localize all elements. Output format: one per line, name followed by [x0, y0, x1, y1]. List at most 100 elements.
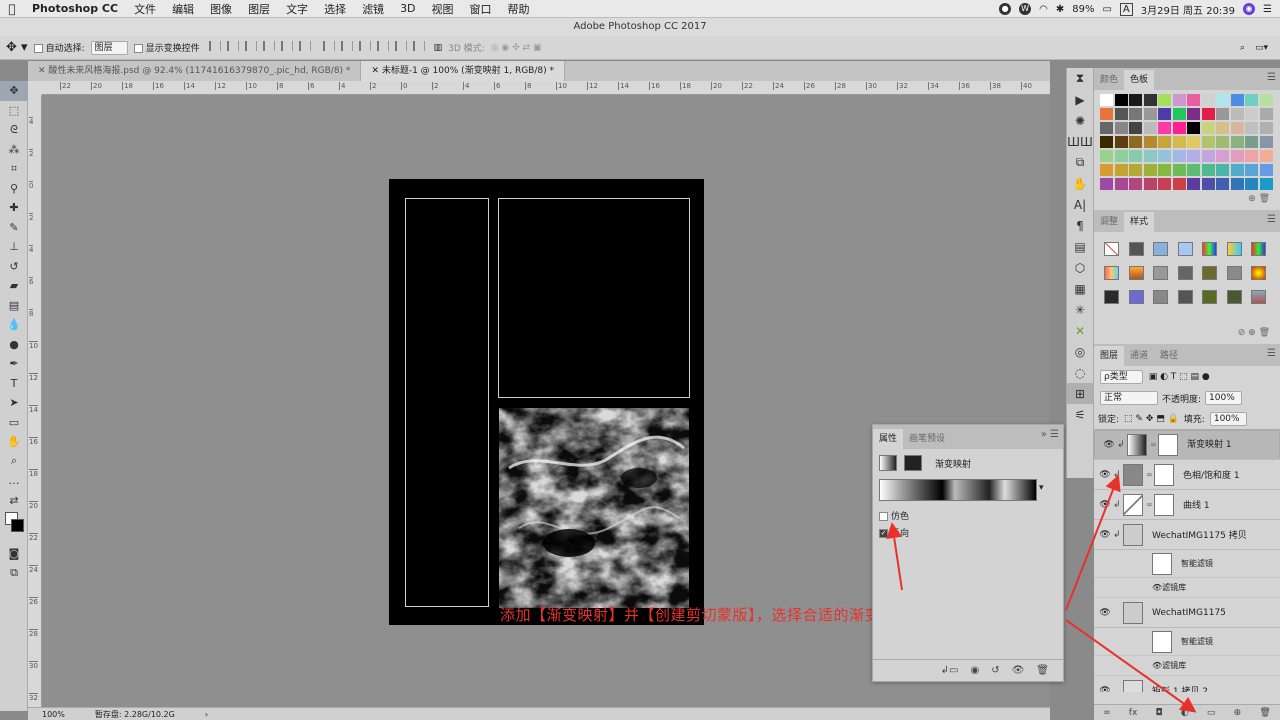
color-swatch[interactable]: [1216, 122, 1229, 134]
color-swatch[interactable]: [1100, 122, 1113, 134]
chain-icon[interactable]: ∞: [1146, 470, 1154, 479]
style-swatch[interactable]: [1128, 242, 1144, 256]
color-swatch[interactable]: [1100, 164, 1113, 176]
eyedropper-icon[interactable]: ⚲: [0, 179, 28, 199]
battery-icon[interactable]: ▭: [1102, 4, 1111, 15]
color-swatch[interactable]: [1172, 164, 1186, 176]
color-swatch[interactable]: [1172, 122, 1186, 134]
color-swatch[interactable]: [1143, 136, 1157, 148]
search-icon[interactable]: ⌕: [1240, 43, 1245, 53]
tab-doc-2[interactable]: ✕ 未标题-1 @ 100% (渐变映射 1, RGB/8) *: [361, 61, 565, 81]
color-swatch[interactable]: [1114, 164, 1128, 176]
status-app-icon[interactable]: ●: [999, 3, 1012, 15]
datetime[interactable]: 3月29日 周五 20:39: [1141, 2, 1235, 17]
fx-icon[interactable]: fx: [1129, 708, 1138, 718]
color-swatch[interactable]: [1172, 108, 1186, 120]
style-swatch[interactable]: [1251, 290, 1266, 304]
color-swatch[interactable]: [1129, 150, 1142, 162]
reverse-option[interactable]: ✓ 反向: [879, 526, 1063, 539]
adjustments-panel-icon[interactable]: ⚟: [1067, 404, 1093, 425]
color-swatch[interactable]: [1245, 108, 1258, 120]
eraser-icon[interactable]: ▰: [0, 276, 28, 296]
color-swatch[interactable]: [1245, 94, 1258, 106]
timeline-icon[interactable]: ◌: [1067, 362, 1093, 383]
menu-image[interactable]: 图像: [202, 1, 240, 17]
smart-filters-row[interactable]: 智能滤镜: [1094, 628, 1280, 656]
new-layer-icon[interactable]: ⊕: [1234, 708, 1242, 718]
style-swatch[interactable]: [1153, 242, 1168, 256]
color-swatch[interactable]: [1172, 150, 1186, 162]
color-swatch[interactable]: [1259, 178, 1273, 190]
color-swatch[interactable]: [1230, 178, 1244, 190]
menu-view[interactable]: 视图: [424, 1, 462, 17]
blend-mode-dropdown[interactable]: 正常: [1100, 391, 1158, 405]
style-swatch[interactable]: [1104, 266, 1119, 280]
color-swatch[interactable]: [1100, 136, 1113, 148]
color-swatch[interactable]: [1158, 164, 1171, 176]
chain-icon[interactable]: ∞: [1146, 500, 1154, 509]
glyphs-panel-icon[interactable]: ✳: [1067, 299, 1093, 320]
tool-presets-icon[interactable]: ✋: [1067, 173, 1093, 194]
history-panel-icon[interactable]: ⧗: [1067, 68, 1093, 89]
clone-stamp-icon[interactable]: ⊥: [0, 237, 28, 257]
color-swatch[interactable]: [1245, 178, 1258, 190]
marquee-tool-icon[interactable]: ⬚: [0, 101, 28, 121]
character-panel-icon[interactable]: A|: [1067, 194, 1093, 215]
clip-to-layer-icon[interactable]: ↲▭: [941, 665, 959, 676]
panel-menu-icon[interactable]: » ☰: [1041, 429, 1059, 440]
gradient-tool-icon[interactable]: ▤: [0, 296, 28, 316]
style-swatch[interactable]: [1202, 266, 1217, 280]
opacity-input[interactable]: 100%: [1205, 391, 1242, 405]
brushes-icon[interactable]: ШШ: [1067, 131, 1093, 152]
lock-icons[interactable]: ⬚ ✎ ✥ ⬒ 🔒: [1124, 414, 1179, 424]
style-swatch[interactable]: [1177, 290, 1193, 304]
color-swatch[interactable]: [1216, 136, 1229, 148]
more-tools-icon[interactable]: …: [0, 471, 28, 491]
visibility-eye-icon[interactable]: 👁: [1097, 530, 1113, 540]
color-swatch[interactable]: [1158, 136, 1171, 148]
siri-icon[interactable]: ◉: [1243, 3, 1256, 15]
auto-select-dropdown[interactable]: 图层: [90, 40, 128, 55]
layer-row[interactable]: 👁 矩形 1 拷贝 2: [1094, 676, 1280, 692]
paragraph-panel-icon[interactable]: ¶: [1067, 215, 1093, 236]
show-transform-checkbox[interactable]: 显示变换控件: [133, 41, 200, 54]
color-swatch[interactable]: [1187, 122, 1200, 134]
style-swatch[interactable]: [1128, 266, 1144, 280]
tab-close-icon[interactable]: ✕: [38, 66, 48, 76]
color-swatch[interactable]: [1187, 108, 1200, 120]
color-swatch[interactable]: [1114, 108, 1128, 120]
color-swatch[interactable]: [1201, 164, 1215, 176]
align-icons[interactable]: [206, 41, 314, 54]
style-swatch[interactable]: [1104, 290, 1119, 304]
color-swatch[interactable]: [1230, 108, 1244, 120]
link-layers-icon[interactable]: ∞: [1103, 708, 1111, 718]
swap-colors-icon[interactable]: ⇄: [0, 491, 28, 511]
clone-source-icon[interactable]: ⧉: [1067, 152, 1093, 173]
filter-gallery-row[interactable]: 👁 滤镜库: [1094, 656, 1280, 676]
healing-brush-icon[interactable]: ✚: [0, 198, 28, 218]
color-swatch[interactable]: [1172, 178, 1186, 190]
color-swatch[interactable]: [1230, 164, 1244, 176]
tab-properties[interactable]: 属性: [873, 429, 904, 449]
status-arrow-icon[interactable]: ›: [205, 710, 208, 719]
visibility-eye-icon[interactable]: 👁: [1152, 583, 1162, 592]
reset-icon[interactable]: ↺: [991, 665, 999, 676]
color-swatch[interactable]: [1143, 178, 1157, 190]
layer-row[interactable]: 👁 ↲ ∞ 色相/饱和度 1: [1094, 460, 1280, 490]
notification-icon[interactable]: ☰: [1263, 4, 1272, 15]
style-swatch[interactable]: [1177, 242, 1193, 256]
color-swatch[interactable]: [1201, 108, 1215, 120]
layer-filter-dropdown[interactable]: ρ类型: [1100, 370, 1143, 384]
color-swatches[interactable]: [0, 510, 28, 544]
style-swatch[interactable]: [1251, 242, 1266, 256]
dodge-tool-icon[interactable]: ●: [0, 335, 28, 355]
color-swatch[interactable]: [1187, 94, 1200, 106]
visibility-eye-icon[interactable]: 👁: [1152, 661, 1162, 670]
status-w-icon[interactable]: W: [1019, 3, 1032, 15]
reverse-checkbox[interactable]: ✓: [879, 529, 888, 538]
visibility-eye-icon[interactable]: 👁: [1097, 608, 1113, 618]
color-swatch[interactable]: [1143, 94, 1157, 106]
tab-close-icon[interactable]: ✕: [371, 66, 381, 76]
new-swatch-icon[interactable]: ⊕: [1248, 194, 1256, 204]
color-swatch[interactable]: [1187, 136, 1200, 148]
